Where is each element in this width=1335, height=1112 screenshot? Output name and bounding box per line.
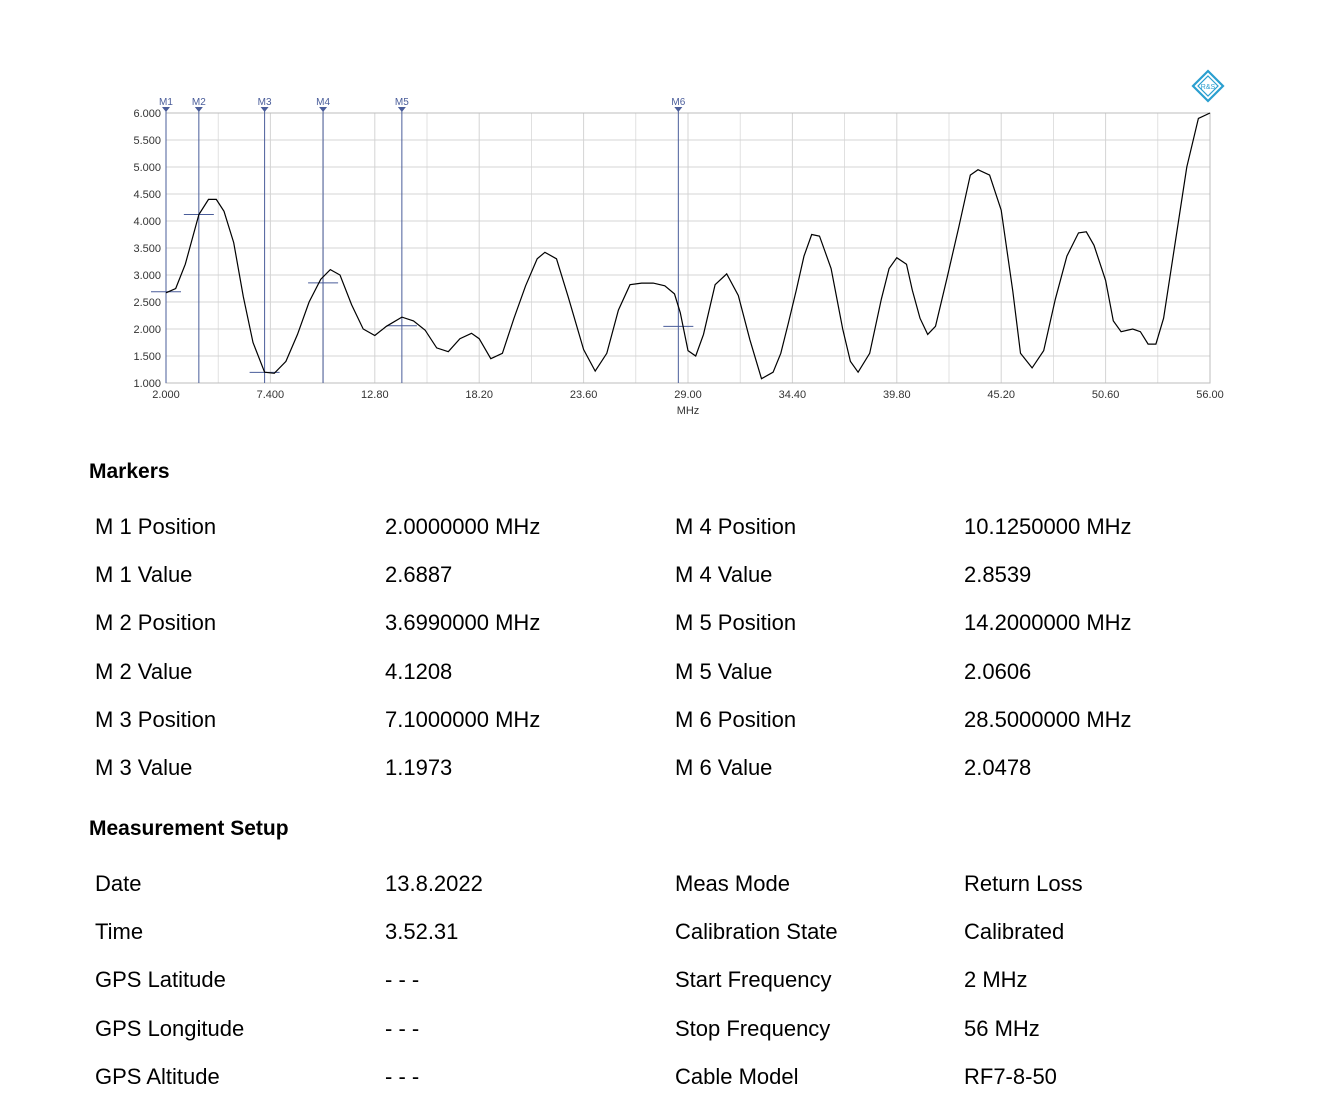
marker-row: M 3 Value 1.1973 M 6 Value 2.0478 bbox=[95, 755, 1255, 803]
marker-label-m6: M6 bbox=[671, 97, 685, 108]
setup-value: Calibrated bbox=[964, 919, 1065, 945]
rs-logo: R&S bbox=[1191, 69, 1225, 103]
setup-label: GPS Longitude bbox=[95, 1015, 245, 1041]
marker-value: 2.0606 bbox=[964, 658, 1032, 684]
marker-label-m2: M2 bbox=[192, 97, 206, 108]
marker-value: 10.1250000 MHz bbox=[964, 514, 1132, 539]
y-tick-label: 4.500 bbox=[133, 189, 161, 201]
setup-value: 56 MHz bbox=[964, 1015, 1040, 1041]
marker-row: M 2 Value 4.1208 M 5 Value 2.0606 bbox=[95, 659, 1255, 707]
marker-value: 2.0478 bbox=[964, 754, 1032, 780]
setup-label: GPS Latitude bbox=[95, 967, 226, 993]
marker-label: M 2 Value bbox=[95, 658, 193, 684]
setup-row: GPS Latitude - - - Start Frequency 2 MHz bbox=[95, 967, 1255, 1015]
setup-label: Time bbox=[95, 919, 144, 945]
marker-label-m1: M1 bbox=[159, 97, 173, 108]
setup-row: Time 3.52.31 Calibration State Calibrated bbox=[95, 919, 1255, 967]
marker-row: M 1 Value 2.6887 M 4 Value 2.8539 bbox=[95, 562, 1255, 610]
marker-value: 14.2000000 MHz bbox=[964, 610, 1132, 636]
setup-label: Calibration State bbox=[675, 919, 838, 945]
marker-label-m3: M3 bbox=[258, 97, 272, 108]
marker-label: M 6 Position bbox=[675, 706, 797, 732]
return-loss-chart: 2.000 7.400 12.80 18.20 23.60 29.00 34.40 39.80… bbox=[133, 69, 1225, 417]
setup-row: GPS Altitude - - - Cable Model RF7-8-50 bbox=[95, 1064, 1255, 1112]
y-tick-label: 4.000 bbox=[133, 216, 161, 228]
setup-value: 2 MHz bbox=[964, 967, 1028, 993]
markers-title: Markers bbox=[89, 460, 170, 483]
marker-value: 2.6887 bbox=[385, 562, 453, 588]
setup-label: Meas Mode bbox=[675, 871, 790, 896]
y-tick-label: 2.500 bbox=[133, 297, 161, 309]
setup-label: GPS Altitude bbox=[95, 1063, 220, 1089]
setup-title: Measurement Setup bbox=[89, 817, 289, 840]
y-tick-label: 5.500 bbox=[133, 135, 161, 147]
marker-label: M 5 Position bbox=[675, 610, 797, 636]
marker-label: M 2 Position bbox=[95, 610, 217, 636]
marker-label: M 6 Value bbox=[675, 754, 773, 780]
marker-label: M 5 Value bbox=[675, 658, 773, 684]
y-tick-label: 5.000 bbox=[133, 162, 161, 174]
x-tick-label: 18.20 bbox=[465, 389, 493, 401]
x-tick-label: 7.400 bbox=[257, 389, 285, 401]
markers-table: M 1 Position 2.0000000 MHz M 4 Position 10.… bbox=[95, 514, 1255, 803]
y-tick-label: 3.000 bbox=[133, 270, 161, 282]
setup-value: RF7-8-50 bbox=[964, 1063, 1057, 1089]
setup-label: Date bbox=[95, 871, 142, 896]
marker-row: M 2 Position 3.6990000 MHz M 5 Position 14.… bbox=[95, 610, 1255, 658]
setup-label: Cable Model bbox=[675, 1063, 799, 1089]
marker-value: 1.1973 bbox=[385, 754, 453, 780]
setup-value: - - - bbox=[385, 967, 420, 993]
marker-label: M 1 Value bbox=[95, 562, 193, 588]
setup-row: Date 13.8.2022 Meas Mode Return Loss bbox=[95, 871, 1255, 919]
y-tick-label: 2.000 bbox=[133, 324, 161, 336]
x-tick-label: 2.000 bbox=[152, 389, 180, 401]
y-tick-label: 3.500 bbox=[133, 243, 161, 255]
x-tick-label: 29.00 bbox=[674, 389, 702, 401]
marker-label-m5: M5 bbox=[395, 97, 409, 108]
x-tick-label: 34.40 bbox=[779, 389, 807, 401]
x-axis-label: MHz bbox=[677, 405, 700, 417]
marker-value: 2.8539 bbox=[964, 562, 1032, 588]
x-tick-label: 39.80 bbox=[883, 389, 911, 401]
setup-label: Start Frequency bbox=[675, 967, 832, 993]
marker-value: 2.0000000 MHz bbox=[385, 514, 541, 539]
x-tick-label: 50.60 bbox=[1092, 389, 1120, 401]
setup-row: GPS Longitude - - - Stop Frequency 56 MHz bbox=[95, 1016, 1255, 1064]
y-tick-label: 6.000 bbox=[133, 108, 161, 120]
setup-value: 3.52.31 bbox=[385, 919, 459, 945]
setup-value: - - - bbox=[385, 1015, 420, 1041]
y-tick-label: 1.000 bbox=[133, 378, 161, 390]
marker-value: 7.1000000 MHz bbox=[385, 706, 541, 732]
marker-value: 4.1208 bbox=[385, 658, 453, 684]
marker-row: M 1 Position 2.0000000 MHz M 4 Position 10.… bbox=[95, 514, 1255, 562]
setup-label: Stop Frequency bbox=[675, 1015, 831, 1041]
x-tick-label: 56.00 bbox=[1196, 389, 1224, 401]
y-tick-label: 1.500 bbox=[133, 351, 161, 363]
rs-logo-text: R&S bbox=[1201, 84, 1216, 91]
marker-label: M 4 Position bbox=[675, 514, 797, 539]
marker-value: 3.6990000 MHz bbox=[385, 610, 541, 636]
x-tick-label: 23.60 bbox=[570, 389, 598, 401]
setup-value: 13.8.2022 bbox=[385, 871, 483, 896]
marker-label-m4: M4 bbox=[316, 97, 330, 108]
setup-value: - - - bbox=[385, 1063, 420, 1089]
setup-table: Date 13.8.2022 Meas Mode Return Loss Time 3.5… bbox=[95, 871, 1255, 1112]
marker-value: 28.5000000 MHz bbox=[964, 706, 1132, 732]
marker-label: M 3 Value bbox=[95, 754, 193, 780]
x-tick-label: 45.20 bbox=[987, 389, 1015, 401]
marker-label: M 1 Position bbox=[95, 514, 217, 539]
setup-value: Return Loss bbox=[964, 871, 1083, 896]
marker-label: M 4 Value bbox=[675, 562, 773, 588]
marker-label: M 3 Position bbox=[95, 706, 217, 732]
marker-row: M 3 Position 7.1000000 MHz M 6 Position 28.… bbox=[95, 707, 1255, 755]
x-tick-label: 12.80 bbox=[361, 389, 389, 401]
